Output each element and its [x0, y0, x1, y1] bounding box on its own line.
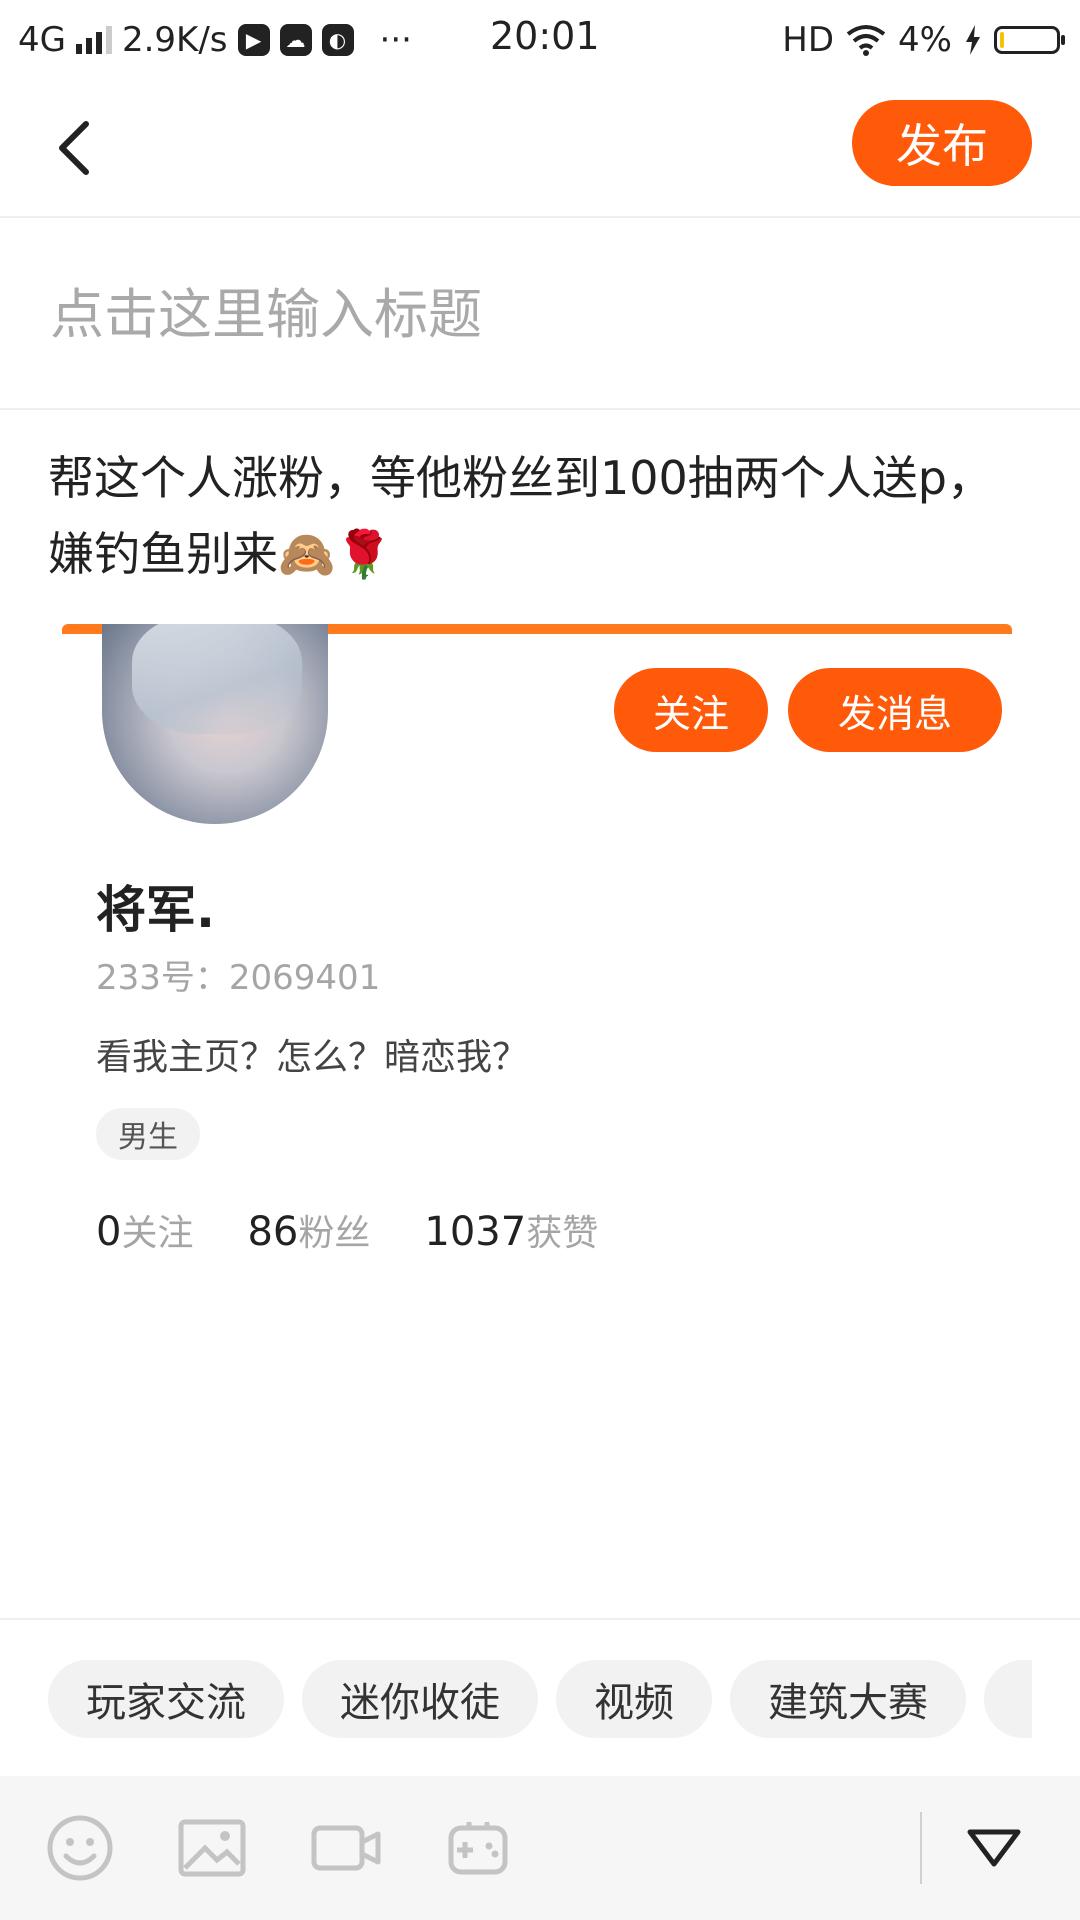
stat-label: 获赞 [526, 1213, 599, 1254]
stat-following: 0关注 [96, 1204, 193, 1256]
stat-number: 0 [96, 1209, 122, 1255]
topic-chip[interactable] [984, 1660, 1032, 1738]
username: 将军. [96, 881, 215, 939]
wifi-icon [846, 25, 886, 56]
stat-label: 关注 [121, 1213, 194, 1254]
topic-chips[interactable]: 玩家交流 迷你收徒 视频 建筑大赛 [48, 1660, 1032, 1738]
topic-chip[interactable]: 建筑大赛 [730, 1660, 966, 1738]
gamepad-icon[interactable] [442, 1812, 514, 1884]
post-content[interactable]: 帮这个人涨粉，等他粉丝到100抽两个人送p，嫌钓鱼别来🙈🌹 [48, 440, 1038, 592]
user-id: 233号：2069401 [96, 958, 381, 998]
topic-chip[interactable]: 视频 [556, 1660, 712, 1738]
user-stats: 0关注 86粉丝 1037获赞 [96, 1204, 598, 1256]
stat-number: 1037 [424, 1209, 527, 1255]
media-icon: ▶ [237, 24, 270, 56]
topic-bar: 玩家交流 迷你收徒 视频 建筑大赛 [0, 1618, 1080, 1780]
follow-button[interactable]: 关注 [614, 668, 768, 752]
back-icon[interactable] [50, 116, 98, 180]
image-icon[interactable] [176, 1812, 248, 1884]
signal-icon [75, 26, 112, 54]
topic-chip[interactable]: 迷你收徒 [302, 1660, 538, 1738]
user-bio: 看我主页？怎么？暗恋我？ [96, 1037, 529, 1078]
toolbar-divider [920, 1812, 922, 1884]
title-input[interactable] [48, 278, 1032, 350]
collapse-icon[interactable] [958, 1812, 1030, 1884]
planet-icon: ◐ [321, 24, 354, 56]
gender-tag: 男生 [96, 1108, 200, 1160]
cloud-icon: ☁ [279, 24, 312, 56]
more-notifications: ··· [379, 20, 412, 60]
hd-indicator: HD [782, 20, 835, 60]
stat-fans: 86粉丝 [247, 1204, 370, 1256]
battery-icon [994, 26, 1065, 54]
stat-likes: 1037获赞 [424, 1204, 598, 1256]
top-bar: 发布 [0, 80, 1080, 218]
status-bar: 4G 2.9K/s ▶ ☁ ◐ ··· 20:01 HD 4% [0, 0, 1080, 80]
topic-chip[interactable]: 玩家交流 [48, 1660, 284, 1738]
publish-button[interactable]: 发布 [852, 100, 1032, 186]
stat-number: 86 [247, 1209, 299, 1255]
emoji-icon[interactable] [44, 1812, 116, 1884]
title-row [0, 218, 1080, 410]
charging-icon [966, 25, 980, 55]
clock: 20:01 [490, 14, 600, 58]
video-icon[interactable] [310, 1812, 382, 1884]
network-type: 4G [18, 20, 66, 60]
message-button[interactable]: 发消息 [788, 668, 1002, 752]
bottom-toolbar [0, 1776, 1080, 1920]
stat-label: 粉丝 [298, 1213, 371, 1254]
battery-percent: 4% [898, 20, 952, 60]
profile-card[interactable]: 关注 发消息 将军. 233号：2069401 看我主页？怎么？暗恋我？ 男生 … [62, 624, 1012, 1264]
avatar [102, 624, 328, 824]
network-speed: 2.9K/s [121, 20, 228, 60]
